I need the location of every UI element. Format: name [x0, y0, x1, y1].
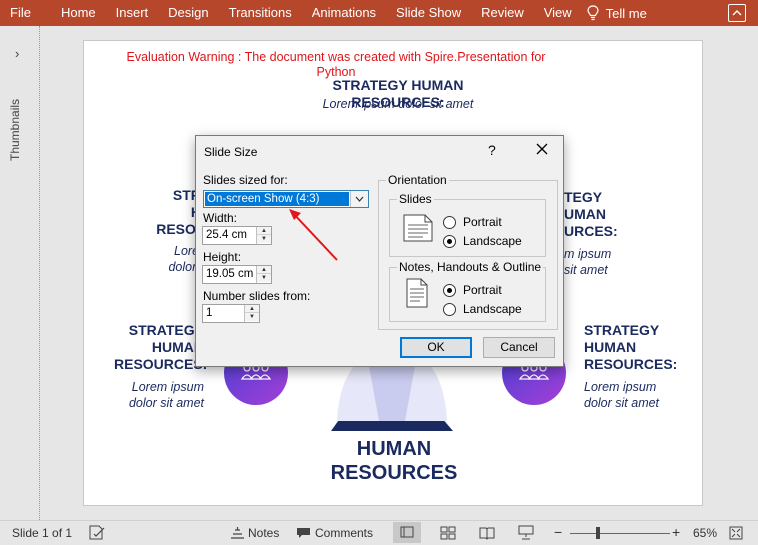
- right-bot-heading-3: RESOURCES:: [584, 356, 678, 372]
- slide-size-dialog: Slide Size ? Slides sized for: On-screen…: [195, 135, 564, 367]
- notes-group-label: Notes, Handouts & Outline: [397, 260, 544, 274]
- tell-me-box[interactable]: Tell me: [586, 5, 647, 21]
- slide-title-line-1: HUMAN: [356, 438, 432, 460]
- right-mid-sub-1: m ipsum: [564, 247, 612, 261]
- ok-button[interactable]: OK: [400, 337, 472, 358]
- height-decrement-button[interactable]: ▼: [257, 274, 271, 282]
- zoom-slider-thumb[interactable]: [596, 527, 600, 539]
- right-bot-heading-1: STRATEGY: [584, 322, 660, 338]
- right-mid-sub-2: sit amet: [564, 263, 608, 277]
- width-value: 25.4 cm: [206, 229, 247, 241]
- slides-portrait-label: Portrait: [463, 215, 502, 229]
- thumbnails-label: Thumbnails: [8, 98, 22, 161]
- status-bar: Slide 1 of 1 Notes Comments − + 65%: [0, 520, 758, 545]
- notes-button[interactable]: Notes: [248, 526, 279, 540]
- number-decrement-button[interactable]: ▼: [245, 313, 259, 321]
- comments-button[interactable]: Comments: [315, 526, 373, 540]
- height-label: Height:: [203, 250, 242, 264]
- right-mid-heading-1: TEGY: [564, 189, 603, 205]
- zoom-slider-track[interactable]: [570, 533, 670, 534]
- sized-for-selected-value: On-screen Show (4:3): [205, 192, 349, 206]
- left-bot-sub-1: Lorem ipsum: [131, 380, 204, 394]
- portrait-document-icon: [406, 278, 428, 308]
- notes-portrait-label: Portrait: [463, 283, 502, 297]
- fit-to-window-icon[interactable]: [729, 526, 743, 540]
- left-bot-sub-2: dolor sit amet: [128, 396, 204, 410]
- notes-landscape-radio[interactable]: [443, 302, 456, 316]
- notes-portrait-radio[interactable]: [443, 283, 456, 297]
- height-increment-button[interactable]: ▲: [257, 266, 271, 274]
- right-mid-heading-2: UMAN: [564, 206, 606, 222]
- right-bot-sub-2: dolor sit amet: [584, 396, 660, 410]
- right-mid-heading-3: URCES:: [564, 223, 618, 239]
- slides-sized-for-dropdown[interactable]: On-screen Show (4:3): [203, 190, 369, 208]
- orientation-label: Orientation: [386, 173, 449, 187]
- top-subtext: Lorem ipsum dolor sit amet: [322, 97, 474, 111]
- notes-portrait-option[interactable]: Portrait: [443, 283, 502, 297]
- tab-view[interactable]: View: [534, 0, 582, 26]
- landscape-document-icon: [403, 214, 433, 242]
- slide-title: HUMAN RESOURCES: [314, 437, 474, 485]
- left-bot-heading-2: HUMAN: [151, 339, 204, 355]
- tab-insert[interactable]: Insert: [106, 0, 159, 26]
- width-increment-button[interactable]: ▲: [257, 227, 271, 235]
- thumbnails-pane: › Thumbnails: [0, 26, 40, 520]
- zoom-level[interactable]: 65%: [693, 526, 717, 540]
- collapse-ribbon-button[interactable]: [728, 4, 746, 22]
- tell-me-label: Tell me: [605, 5, 647, 21]
- close-icon[interactable]: [534, 141, 550, 157]
- evaluation-warning: Evaluation Warning : The document was cr…: [126, 50, 546, 79]
- slide-title-line-2: RESOURCES: [330, 462, 458, 484]
- height-value: 19.05 cm: [206, 268, 254, 280]
- tab-home[interactable]: Home: [51, 0, 106, 26]
- slides-landscape-label: Landscape: [463, 234, 522, 248]
- lightbulb-icon: [587, 5, 599, 21]
- normal-view-icon: [400, 526, 414, 538]
- spell-check-icon[interactable]: [89, 525, 105, 540]
- chevron-up-icon: [732, 10, 742, 16]
- notes-landscape-label: Landscape: [463, 302, 522, 316]
- slides-group-label: Slides: [397, 192, 434, 206]
- right-bot-sub-1: Lorem ipsum: [584, 380, 657, 394]
- slide-show-icon[interactable]: [518, 525, 534, 540]
- dialog-title: Slide Size: [204, 145, 258, 159]
- number-slides-from-value: 1: [206, 307, 213, 319]
- slides-portrait-radio[interactable]: [443, 215, 456, 229]
- slide-sorter-icon[interactable]: [440, 526, 456, 540]
- tab-animations[interactable]: Animations: [302, 0, 386, 26]
- left-bot-heading-1: STRATEGY: [128, 322, 204, 338]
- tab-slide-show[interactable]: Slide Show: [386, 0, 471, 26]
- normal-view-button[interactable]: [393, 522, 421, 543]
- reading-view-icon[interactable]: [479, 526, 495, 540]
- number-increment-button[interactable]: ▲: [245, 305, 259, 313]
- slide-counter: Slide 1 of 1: [12, 526, 73, 540]
- height-spinner[interactable]: 19.05 cm ▲ ▼: [202, 265, 272, 284]
- number-slides-from-spinner[interactable]: 1 ▲ ▼: [202, 304, 260, 323]
- number-slides-from-label: Number slides from:: [203, 289, 311, 303]
- width-decrement-button[interactable]: ▼: [257, 235, 271, 243]
- right-bot-heading-2: HUMAN: [584, 339, 637, 355]
- notes-landscape-option[interactable]: Landscape: [443, 302, 522, 316]
- expand-thumbnails-icon[interactable]: ›: [15, 46, 19, 61]
- cancel-button[interactable]: Cancel: [483, 337, 555, 358]
- slides-landscape-radio[interactable]: [443, 234, 456, 248]
- tab-transitions[interactable]: Transitions: [219, 0, 302, 26]
- comments-icon: [297, 528, 310, 538]
- slides-landscape-option[interactable]: Landscape: [443, 234, 522, 248]
- notes-icon: [231, 527, 244, 539]
- tab-review[interactable]: Review: [471, 0, 534, 26]
- left-bot-heading-3: RESOURCES:: [114, 356, 208, 372]
- zoom-out-button[interactable]: −: [554, 524, 562, 540]
- tab-file[interactable]: File: [0, 0, 51, 26]
- help-button[interactable]: ?: [488, 142, 496, 158]
- ribbon-tab-bar: File Home Insert Design Transitions Anim…: [0, 0, 758, 26]
- width-label: Width:: [203, 211, 238, 225]
- tab-design[interactable]: Design: [158, 0, 218, 26]
- zoom-in-button[interactable]: +: [672, 524, 680, 540]
- slides-portrait-option[interactable]: Portrait: [443, 215, 502, 229]
- sized-for-label: Slides sized for:: [203, 173, 288, 187]
- chevron-down-icon[interactable]: [350, 191, 368, 207]
- width-spinner[interactable]: 25.4 cm ▲ ▼: [202, 226, 272, 245]
